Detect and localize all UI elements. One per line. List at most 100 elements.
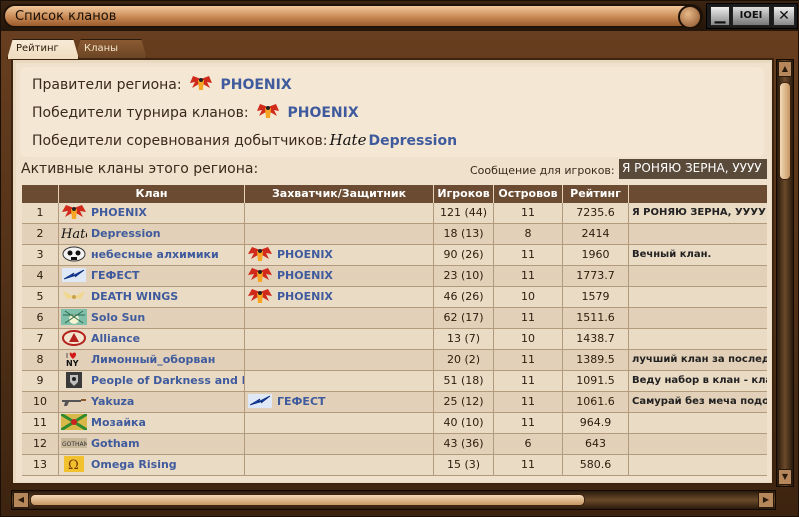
table-row[interactable]: 7 Alliance 13 (7) 10 1438.7 — [22, 329, 767, 350]
table-row[interactable]: 5 DEATH WINGS PHOENIX 46 (26) 10 1579 — [22, 287, 767, 308]
title-bar: Список кланов ▁ IOEI ✕ — [1, 1, 799, 31]
clan-cell[interactable]: Hate Depression — [59, 224, 245, 245]
vertical-scrollbar[interactable]: ▲ ▼ — [776, 59, 794, 487]
lightning-emblem-icon — [61, 267, 87, 283]
table-row[interactable]: 9 People of Darkness and D 51 (18) 11 1091.5… — [22, 371, 767, 392]
capturer-cell[interactable]: ГЕФЕСТ — [245, 392, 434, 413]
scroll-left-icon[interactable]: ◀ — [13, 492, 29, 508]
clan-name-link[interactable]: Omega Rising — [91, 458, 177, 471]
omega-emblem-icon: Ω — [61, 456, 87, 473]
phoenix-emblem-icon — [247, 267, 273, 283]
clan-name-link[interactable]: Depression — [91, 227, 161, 240]
table-row[interactable]: 6 Solo Sun 62 (17) 11 1511.6 — [22, 308, 767, 329]
islands-cell: 11 — [494, 371, 563, 392]
table-row[interactable]: 10 Yakuza ГЕФЕСТ 25 (12) 11 1061.6 Самурай без… — [22, 392, 767, 413]
svg-text:GOTHAM: GOTHAM — [62, 441, 87, 448]
capturer-cell — [245, 329, 434, 350]
header-num — [22, 185, 59, 203]
clan-cell[interactable]: небесные алхимики — [59, 245, 245, 266]
capturer-cell — [245, 224, 434, 245]
capturer-name-link[interactable]: PHOENIX — [277, 290, 333, 303]
clan-cell[interactable]: Yakuza — [59, 392, 245, 413]
svg-text:NY: NY — [66, 359, 79, 367]
rulers-value[interactable]: PHOENIX — [220, 77, 291, 93]
message-label: Сообщение для игроков: — [470, 164, 615, 177]
clan-cell[interactable]: Alliance — [59, 329, 245, 350]
capturer-cell[interactable]: PHOENIX — [245, 266, 434, 287]
horizontal-scrollbar[interactable]: ◀ ▶ — [11, 490, 776, 510]
clan-cell[interactable]: Ω Omega Rising — [59, 455, 245, 476]
scroll-down-icon[interactable]: ▼ — [778, 469, 792, 485]
capturer-cell[interactable]: PHOENIX — [245, 287, 434, 308]
clan-cell[interactable]: ГЕФЕСТ — [59, 266, 245, 287]
table-row[interactable]: 13 Ω Omega Rising 15 (3) 11 580.6 — [22, 455, 767, 476]
minimize-button[interactable]: ▁ — [710, 6, 730, 26]
capturer-name-link[interactable]: PHOENIX — [277, 248, 333, 261]
capturer-name-link[interactable]: ГЕФЕСТ — [277, 395, 326, 408]
clan-name-link[interactable]: Мозайка — [91, 416, 146, 429]
clan-cell[interactable]: Solo Sun — [59, 308, 245, 329]
table-row[interactable]: 4 ГЕФЕСТ PHOENIX 23 (10) 11 1773.7 — [22, 266, 767, 287]
rating-cell: 1773.7 — [563, 266, 629, 287]
scroll-right-icon[interactable]: ▶ — [758, 492, 774, 508]
tournament-value[interactable]: PHOENIX — [287, 105, 358, 121]
table-row[interactable]: 1 PHOENIX 121 (44) 11 7235.6 Я РОНЯЮ ЗЕРНА, У… — [22, 203, 767, 224]
capturer-cell — [245, 413, 434, 434]
game-logo-icon: IOEI — [732, 6, 770, 26]
players-cell: 51 (18) — [434, 371, 494, 392]
message-field[interactable]: Я РОНЯЮ ЗЕРНА, УУУУ — [619, 159, 767, 179]
tournament-label: Победители турнира кланов: — [32, 105, 249, 121]
rank-cell: 10 — [22, 392, 59, 413]
hate-emblem-icon: Hate — [60, 225, 93, 242]
phoenix-emblem-icon — [247, 246, 273, 262]
message-cell — [629, 287, 767, 308]
table-row[interactable]: 2Hate Depression 18 (13)82414 — [22, 224, 767, 245]
players-cell: 18 (13) — [434, 224, 494, 245]
header-capturer[interactable]: Захватчик/Защитник — [245, 185, 434, 203]
clan-name-link[interactable]: Gotham — [91, 437, 140, 450]
clan-name-link[interactable]: Лимонный_оборван — [91, 353, 215, 366]
capturer-cell[interactable]: PHOENIX — [245, 245, 434, 266]
header-players[interactable]: Игроков — [434, 185, 494, 203]
players-cell: 121 (44) — [434, 203, 494, 224]
table-row[interactable]: 8 I NY Лимонный_оборван 20 (2) 11 1389.5 лучший… — [22, 350, 767, 371]
iloveny-emblem-icon: I NY — [61, 351, 87, 368]
clan-cell[interactable]: PHOENIX — [59, 203, 245, 224]
players-cell: 20 (2) — [434, 350, 494, 371]
scroll-up-icon[interactable]: ▲ — [778, 61, 792, 77]
clan-cell[interactable]: I NY Лимонный_оборван — [59, 350, 245, 371]
header-islands[interactable]: Островов — [494, 185, 563, 203]
content-panel: Правители региона: PHOENIX Победители ту… — [11, 58, 774, 485]
clan-name-link[interactable]: Solo Sun — [91, 311, 145, 324]
clan-name-link[interactable]: Alliance — [91, 332, 140, 345]
rating-cell: 643 — [563, 434, 629, 455]
message-cell: Вечный клан. — [632, 249, 712, 260]
gun-emblem-icon — [61, 393, 87, 409]
clan-name-link[interactable]: PHOENIX — [91, 206, 147, 219]
capturer-name-link[interactable]: PHOENIX — [277, 269, 333, 282]
islands-cell: 11 — [494, 266, 563, 287]
rating-cell: 7235.6 — [563, 203, 629, 224]
miners-value[interactable]: Depression — [368, 133, 457, 149]
islands-cell: 8 — [494, 224, 563, 245]
clan-name-link[interactable]: небесные алхимики — [91, 248, 219, 261]
clan-name-link[interactable]: Yakuza — [91, 395, 134, 408]
clan-cell[interactable]: People of Darkness and D — [59, 371, 245, 392]
vertical-scroll-thumb[interactable] — [779, 82, 791, 180]
clan-cell[interactable]: Мозайка — [59, 413, 245, 434]
horizontal-scroll-thumb[interactable] — [30, 494, 585, 506]
clan-cell[interactable]: GOTHAM Gotham — [59, 434, 245, 455]
clan-name-link[interactable]: ГЕФЕСТ — [91, 269, 140, 282]
clan-cell[interactable]: DEATH WINGS — [59, 287, 245, 308]
header-clan[interactable]: Клан — [59, 185, 245, 203]
rank-cell: 6 — [22, 308, 59, 329]
close-button[interactable]: ✕ — [773, 6, 795, 26]
table-row[interactable]: 12 GOTHAM Gotham 43 (36) 6 643 — [22, 434, 767, 455]
clan-name-link[interactable]: DEATH WINGS — [91, 290, 178, 303]
header-rating[interactable]: Рейтинг — [563, 185, 629, 203]
clan-name-link[interactable]: People of Darkness and D — [91, 374, 244, 387]
table-row[interactable]: 11 Мозайка 40 (10) 11 964.9 — [22, 413, 767, 434]
tab-clans[interactable]: Кланы — [75, 39, 147, 59]
tab-rating[interactable]: Рейтинг — [7, 39, 79, 59]
table-row[interactable]: 3 небесные алхимики PHOENIX 90 (26) 11 1960 Ве… — [22, 245, 767, 266]
